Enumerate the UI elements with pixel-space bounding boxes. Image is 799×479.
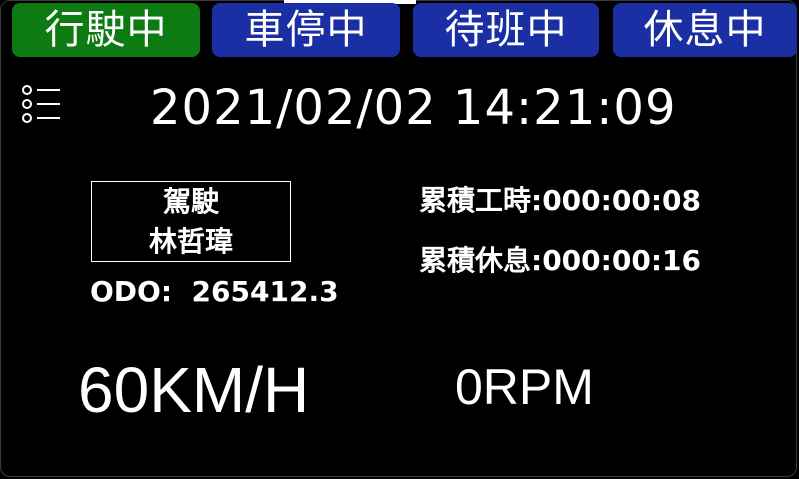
work-time-label: 累積工時: — [419, 184, 543, 217]
driver-name: 林哲瑋 — [148, 225, 233, 258]
odometer: ODO: 265412.3 — [90, 272, 339, 312]
datetime-display: 2021/02/02 14:21:09 — [150, 80, 677, 136]
rest-time-label: 累積休息: — [419, 244, 543, 277]
work-time-stat: 累積工時:000:00:08 — [419, 181, 701, 221]
tab-standby[interactable]: 待班中 — [413, 3, 599, 57]
driver-card[interactable]: 駕駛 林哲瑋 — [91, 181, 291, 262]
rpm-readout: 0RPM — [455, 359, 594, 415]
list-menu-icon[interactable] — [20, 85, 60, 125]
tab-parked[interactable]: 車停中 — [212, 3, 400, 57]
rest-time-stat: 累積休息:000:00:16 — [419, 241, 701, 281]
rest-time-value: 000:00:16 — [542, 244, 701, 277]
work-time-value: 000:00:08 — [542, 184, 701, 217]
tab-driving[interactable]: 行駛中 — [12, 3, 200, 57]
odometer-value: 265412.3 — [191, 275, 339, 308]
tab-resting[interactable]: 休息中 — [613, 3, 797, 57]
driver-role-label: 駕駛 — [162, 185, 219, 218]
speed-readout: 60KM/H — [78, 354, 310, 426]
odometer-label: ODO: — [90, 275, 173, 308]
